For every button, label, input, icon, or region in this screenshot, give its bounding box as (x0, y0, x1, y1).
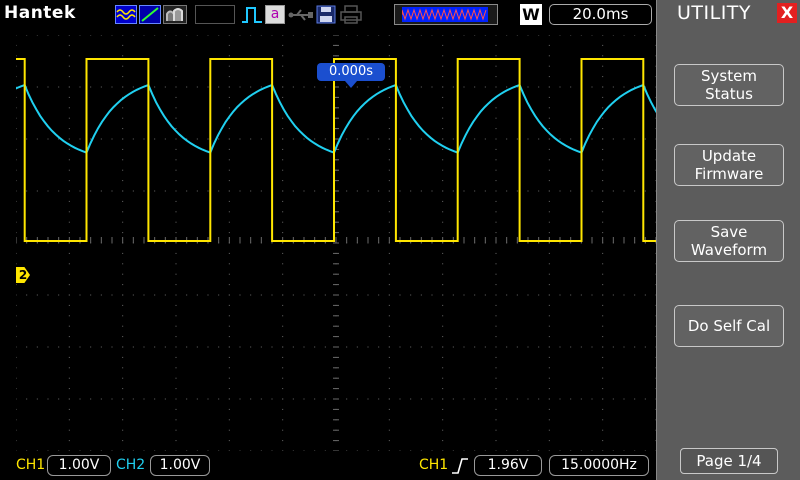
pulse-icon[interactable] (241, 5, 263, 24)
save-disk-icon[interactable] (316, 5, 336, 24)
math-a-icon[interactable]: a (265, 5, 285, 24)
close-button[interactable]: X (777, 3, 797, 23)
memory-window-fill (401, 7, 488, 22)
trigger-source-label[interactable]: CH1 (419, 457, 448, 473)
ch2-label[interactable]: CH2 (116, 457, 145, 473)
do-self-cal-button[interactable]: Do Self Cal (674, 305, 784, 347)
trigger-level-readout[interactable]: 1.96V (474, 455, 542, 476)
trigger-position-label: 0.000s (317, 63, 385, 81)
update-firmware-button[interactable]: Update Firmware (674, 144, 784, 186)
ch2-volts-div[interactable]: 1.00V (150, 455, 210, 476)
persistence-icon[interactable] (163, 5, 187, 24)
scope-graticule (16, 35, 656, 451)
memory-position-bar[interactable] (394, 4, 498, 25)
rising-edge-icon (452, 458, 468, 474)
page-indicator-button[interactable]: Page 1/4 (680, 448, 778, 474)
empty-status-slot (195, 5, 235, 24)
usb-icon (288, 5, 314, 24)
top-status-bar: Hantek a W 20.0ms (0, 0, 656, 30)
bottom-status-bar: CH1 1.00V CH2 1.00V CH1 1.96V 15.0000Hz (0, 451, 656, 480)
brand-logo: Hantek (4, 3, 76, 23)
timebase-readout[interactable]: 20.0ms (549, 4, 652, 25)
wave-mode-icon[interactable] (115, 5, 137, 24)
system-status-button[interactable]: System Status (674, 64, 784, 106)
trigger-position-arrow (345, 81, 357, 88)
save-waveform-button[interactable]: Save Waveform (674, 220, 784, 262)
menu-title: UTILITY (677, 2, 752, 24)
trigger-frequency-readout: 15.0000Hz (549, 455, 649, 476)
waveform-display[interactable]: 0.000s 2 (16, 35, 672, 451)
vector-mode-icon[interactable] (139, 5, 161, 24)
menu-header: UTILITY X (657, 0, 800, 28)
ch2-triangle-trace (16, 83, 656, 154)
window-badge: W (520, 4, 542, 25)
ch1-label[interactable]: CH1 (16, 457, 45, 473)
ch1-volts-div[interactable]: 1.00V (47, 455, 111, 476)
printer-icon (340, 5, 362, 24)
utility-side-menu: UTILITY X System Status Update Firmware … (656, 0, 800, 480)
